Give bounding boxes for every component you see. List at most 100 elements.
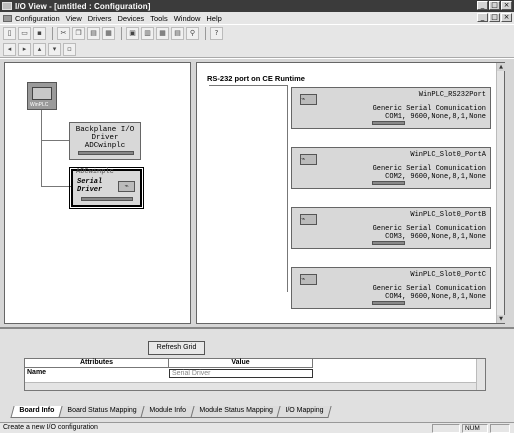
port-card-slot0-portc[interactable]: ⌁ WinPLC_Slot0_PortC Generic Serial Comu… <box>291 267 491 309</box>
mdi-minimize-button[interactable]: _ <box>477 13 488 22</box>
detail-connector <box>209 85 287 86</box>
main-toolbar: ▯ ▭ ▪ ✂ ❐ ▤ ▦ ▣ ▥ ▦ ▤ ⚲ ? <box>0 24 514 41</box>
status-bar <box>372 301 405 305</box>
port-description: Generic Serial Comunication <box>372 105 486 113</box>
cut-icon[interactable]: ✂ <box>57 26 70 40</box>
zoom-icon[interactable]: ⚲ <box>186 26 199 40</box>
backplane-driver-node[interactable]: Backplane I/O Driver ADCwinplc <box>69 122 141 160</box>
move-up-icon[interactable]: ▴ <box>33 42 46 56</box>
status-bar <box>81 197 133 201</box>
properties-icon[interactable]: ▦ <box>102 26 115 40</box>
tab-board-info[interactable]: Board Info <box>10 406 63 418</box>
add-device-icon[interactable]: ▥ <box>141 26 154 40</box>
menu-view[interactable]: View <box>66 14 82 23</box>
add-driver-icon[interactable]: ▣ <box>126 26 139 40</box>
move-down-icon[interactable]: ▾ <box>48 42 61 56</box>
tab-label: Board Info <box>19 407 55 414</box>
tab-io-mapping[interactable]: I/O Mapping <box>276 406 333 418</box>
port-settings: COM2, 9600,None,8,1,None <box>385 173 486 181</box>
attr-name: Name <box>27 369 47 376</box>
help-pointer-icon[interactable]: ? <box>210 26 223 40</box>
tab-module-info[interactable]: Module Info <box>140 406 195 418</box>
window-title: I/O View - [untitled : Configuration] <box>15 1 151 11</box>
mdi-close-button[interactable]: × <box>501 13 512 22</box>
status-bar <box>372 241 405 245</box>
tree-connector <box>41 140 69 141</box>
port-description: Generic Serial Comunication <box>372 165 486 173</box>
port-name: WinPLC_Slot0_PortB <box>410 211 486 219</box>
serial-cable-icon: ⌁ <box>118 181 135 192</box>
document-icon[interactable] <box>3 14 12 22</box>
maximize-button[interactable]: □ <box>489 1 500 10</box>
port-card-slot0-porta[interactable]: ⌁ WinPLC_Slot0_PortA Generic Serial Comu… <box>291 147 491 189</box>
backplane-line3: ADCwinplc <box>84 142 126 150</box>
move-left-icon[interactable]: ◂ <box>3 42 16 56</box>
save-icon[interactable]: ▪ <box>33 26 46 40</box>
detail-scrollbar[interactable]: ▲ ▼ <box>496 63 505 323</box>
port-settings: COM3, 9600,None,8,1,None <box>385 233 486 241</box>
tree-view-icon[interactable]: ▤ <box>171 26 184 40</box>
secondary-toolbar: ◂ ▸ ▴ ▾ ▫ <box>0 41 514 58</box>
close-button[interactable]: × <box>501 1 512 10</box>
menu-devices[interactable]: Devices <box>118 14 145 23</box>
menu-configuration[interactable]: Configuration <box>15 14 60 23</box>
move-right-icon[interactable]: ▸ <box>18 42 31 56</box>
toolbar-separator <box>121 26 122 40</box>
copy-icon[interactable]: ❐ <box>72 26 85 40</box>
port-description: Generic Serial Comunication <box>372 225 486 233</box>
serial-cable-icon: ⌁ <box>300 94 317 105</box>
scroll-down-icon[interactable]: ▼ <box>497 315 505 323</box>
serial-driver-node[interactable]: ADCwinplc Serial Driver ⌁ <box>69 167 144 209</box>
grid-row[interactable]: Name Serial Driver <box>25 369 313 378</box>
grid-horizontal-scrollbar[interactable] <box>25 382 477 390</box>
status-message: Create a new I/O configuration <box>3 424 98 431</box>
open-folder-icon[interactable]: ▭ <box>18 26 31 40</box>
paste-icon[interactable]: ▤ <box>87 26 100 40</box>
title-bar: I/O View - [untitled : Configuration] _ … <box>0 0 514 12</box>
menu-bar: Configuration View Drivers Devices Tools… <box>0 12 514 24</box>
serial-cable-icon: ⌁ <box>300 214 317 225</box>
grid-vertical-scrollbar[interactable] <box>476 359 485 390</box>
grid-view-icon[interactable]: ▦ <box>156 26 169 40</box>
toolbar-separator <box>52 26 53 40</box>
port-settings: COM1, 9600,None,8,1,None <box>385 113 486 121</box>
toolbar-separator <box>205 26 206 40</box>
mdi-restore-button[interactable]: □ <box>489 13 500 22</box>
arrange-icon[interactable]: ▫ <box>63 42 76 56</box>
backplane-line1: Backplane I/O <box>75 126 135 134</box>
status-bar <box>372 181 405 185</box>
attr-value-field[interactable]: Serial Driver <box>169 369 313 378</box>
menu-tools[interactable]: Tools <box>150 14 168 23</box>
configuration-tree-pane[interactable]: WinPLC Backplane I/O Driver ADCwinplc AD… <box>4 62 191 324</box>
port-card-slot0-portb[interactable]: ⌁ WinPLC_Slot0_PortB Generic Serial Comu… <box>291 207 491 249</box>
detail-header: RS-232 port on CE Runtime <box>207 74 305 83</box>
new-file-icon[interactable]: ▯ <box>3 26 16 40</box>
tree-connector <box>41 110 42 186</box>
tab-label: Module Info <box>149 407 187 414</box>
detail-connector <box>287 85 288 292</box>
grid-header: Attributes Value <box>25 359 313 368</box>
col-attributes: Attributes <box>25 359 169 367</box>
tab-strip: Board Info Board Status Mapping Module I… <box>10 406 333 418</box>
attributes-grid[interactable]: Attributes Value Name Serial Driver <box>24 358 486 391</box>
status-cell-empty <box>490 424 510 433</box>
menu-window[interactable]: Window <box>174 14 201 23</box>
port-card-rs232[interactable]: ⌁ WinPLC_RS232Port Generic Serial Comuni… <box>291 87 491 129</box>
pc-node-label: WinPLC <box>30 102 49 108</box>
status-bar <box>78 151 134 155</box>
winplc-computer-icon[interactable]: WinPLC <box>27 82 57 110</box>
tab-module-status-mapping[interactable]: Module Status Mapping <box>190 406 282 418</box>
menu-drivers[interactable]: Drivers <box>88 14 112 23</box>
tab-board-status-mapping[interactable]: Board Status Mapping <box>58 406 145 418</box>
serial-cable-icon: ⌁ <box>300 154 317 165</box>
tree-connector <box>41 186 71 187</box>
scroll-up-icon[interactable]: ▲ <box>497 63 505 71</box>
port-description: Generic Serial Comunication <box>372 285 486 293</box>
minimize-button[interactable]: _ <box>477 1 488 10</box>
detail-pane[interactable]: RS-232 port on CE Runtime ⌁ WinPLC_RS232… <box>196 62 505 324</box>
serial-line1: Serial <box>77 178 103 186</box>
menu-help[interactable]: Help <box>206 14 221 23</box>
port-name: WinPLC_Slot0_PortC <box>410 271 486 279</box>
serial-line2: Driver <box>77 186 103 194</box>
refresh-grid-button[interactable]: Refresh Grid <box>148 341 205 355</box>
